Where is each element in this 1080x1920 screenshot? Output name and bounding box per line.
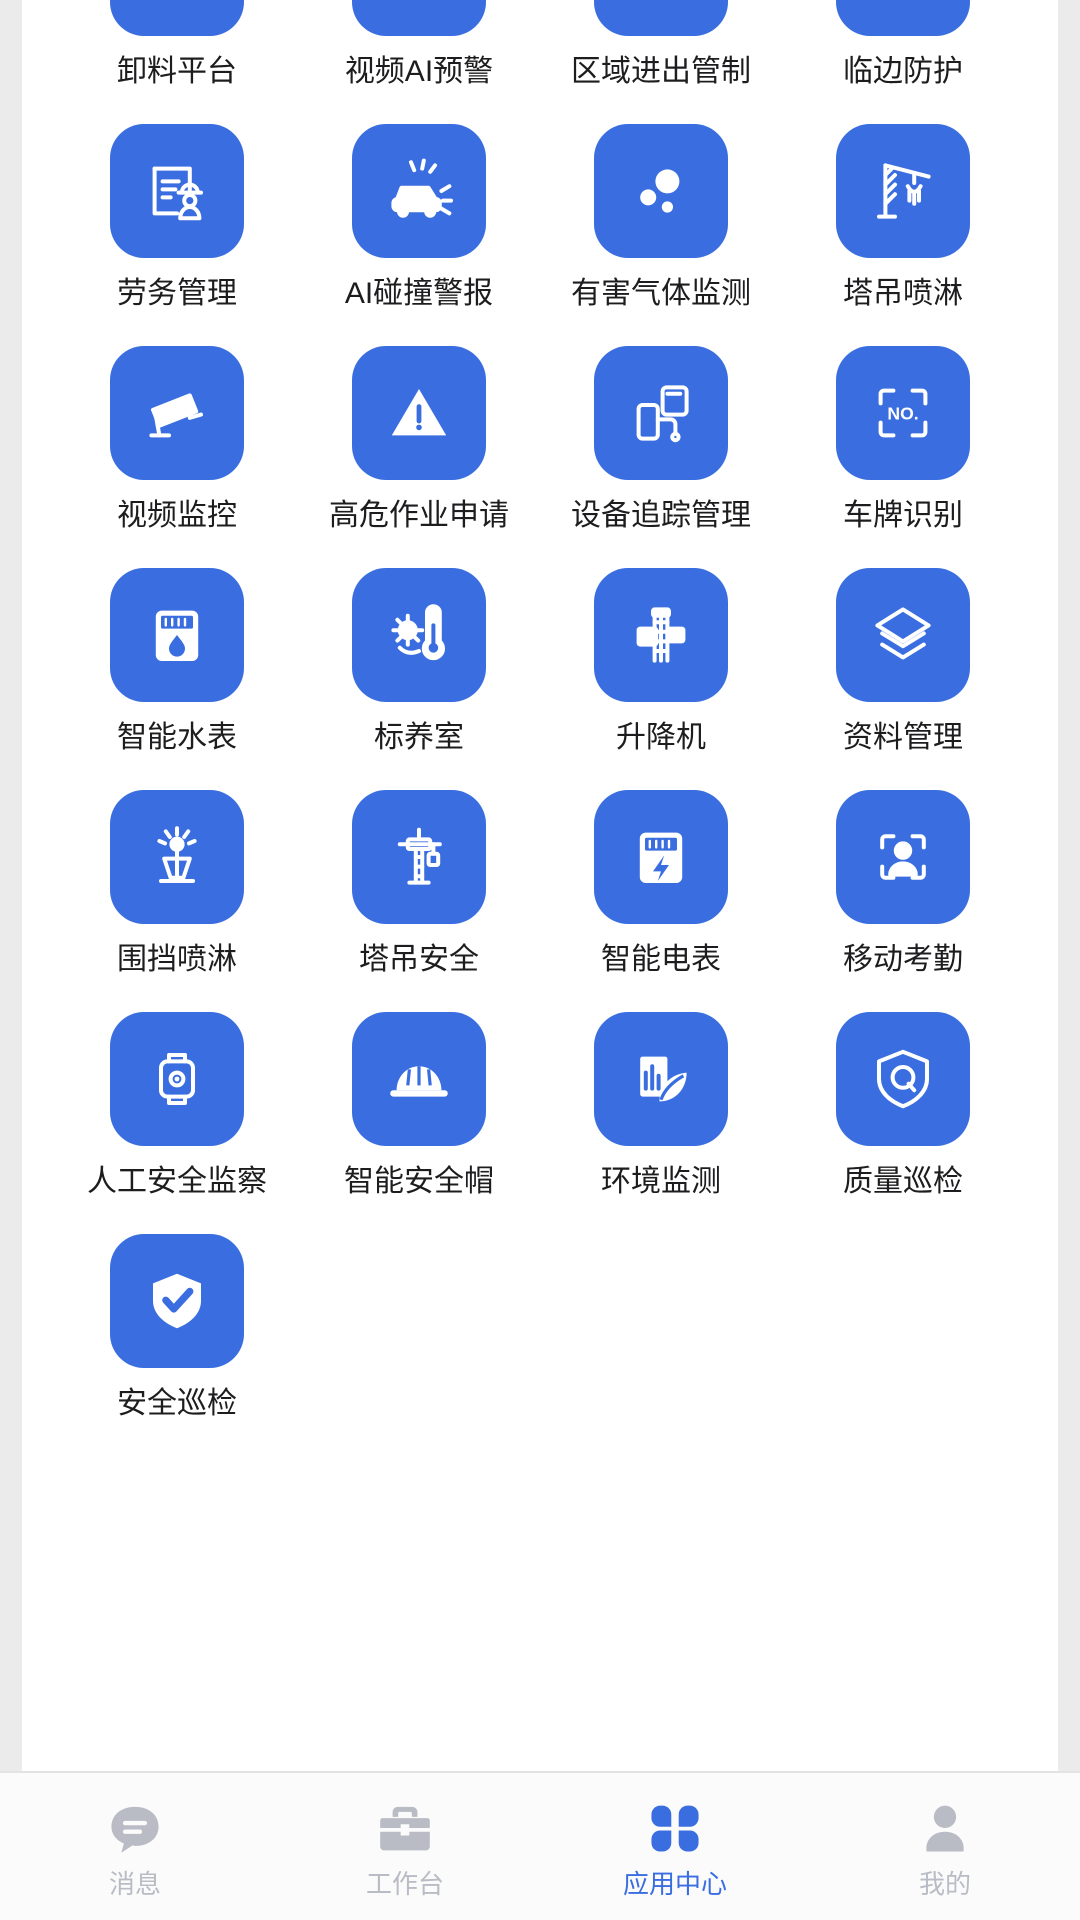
app-item-label: 塔吊安全: [359, 943, 479, 976]
tab-label: 工作台: [365, 1869, 444, 1899]
app-grid-item[interactable]: 劳务管理: [56, 124, 298, 346]
app-item-label: 资料管理: [843, 721, 963, 754]
app-grid-item[interactable]: 智能安全帽: [298, 1012, 540, 1234]
safety-inspection-shield-check-icon[interactable]: [110, 1234, 244, 1368]
app-item-label: 智能水表: [117, 721, 237, 754]
app-item-label: 环境监测: [601, 1165, 721, 1198]
app-grid-item[interactable]: 质量巡检: [782, 1012, 1024, 1234]
app-grid-item[interactable]: 资料管理: [782, 568, 1024, 790]
app-grid-item[interactable]: 塔吊安全: [298, 790, 540, 1012]
phone-screen: 卸料平台 AI 视频AI预警 区域进出管制 临边防护 劳务管理: [0, 0, 1080, 1920]
app-item-label: 车牌识别: [843, 499, 963, 532]
tab-label: 消息: [108, 1869, 161, 1899]
ai-collision-alarm-car-icon[interactable]: [352, 124, 486, 258]
app-item-label: 安全巡检: [117, 1387, 237, 1420]
hoist-elevator-icon[interactable]: [594, 568, 728, 702]
app-grid-item[interactable]: 临边防护: [782, 0, 1024, 124]
app-item-label: 围挡喷淋: [117, 943, 237, 976]
app-item-label: 塔吊喷淋: [843, 277, 963, 310]
app-item-label: 临边防护: [843, 55, 963, 88]
smart-water-meter-icon[interactable]: [110, 568, 244, 702]
tab-profile-person[interactable]: 我的: [810, 1795, 1080, 1899]
app-item-label: 视频AI预警: [344, 55, 494, 88]
app-center-clover-icon[interactable]: [642, 1795, 708, 1861]
app-item-label: 区域进出管制: [571, 55, 751, 88]
app-center-page: 卸料平台 AI 视频AI预警 区域进出管制 临边防护 劳务管理: [22, 0, 1058, 1771]
app-item-label: 高危作业申请: [329, 499, 509, 532]
license-plate-recognition-no-icon[interactable]: NO.: [836, 346, 970, 480]
app-grid-item[interactable]: NO. 车牌识别: [782, 346, 1024, 568]
equipment-tracking-devices-icon[interactable]: [594, 346, 728, 480]
app-item-label: 设备追踪管理: [571, 499, 751, 532]
svg-text:NO.: NO.: [887, 403, 918, 423]
app-item-label: 质量巡检: [843, 1165, 963, 1198]
app-item-label: 智能电表: [601, 943, 721, 976]
bottom-tab-bar: 消息 工作台 应用中心 我的: [0, 1771, 1080, 1920]
page-left-margin: [0, 0, 22, 1771]
app-item-label: 智能安全帽: [344, 1165, 494, 1198]
app-grid-item[interactable]: 设备追踪管理: [540, 346, 782, 568]
mobile-attendance-face-scan-icon[interactable]: [836, 790, 970, 924]
briefcase-icon[interactable]: [372, 1795, 438, 1861]
quality-inspection-shield-q-icon[interactable]: [836, 1012, 970, 1146]
tab-app-center-clover[interactable]: 应用中心: [540, 1795, 810, 1899]
app-item-label: 劳务管理: [117, 277, 237, 310]
hazardous-gas-monitoring-bubbles-icon[interactable]: [594, 124, 728, 258]
video-ai-alert-icon[interactable]: AI: [352, 0, 486, 36]
app-grid-item[interactable]: 升降机: [540, 568, 782, 790]
app-grid-item[interactable]: 塔吊喷淋: [782, 124, 1024, 346]
document-management-layers-icon[interactable]: [836, 568, 970, 702]
app-item-label: 移动考勤: [843, 943, 963, 976]
tower-crane-spray-icon[interactable]: [836, 124, 970, 258]
tab-label: 应用中心: [622, 1869, 727, 1899]
app-grid-item[interactable]: AI 视频AI预警: [298, 0, 540, 124]
fence-spray-nozzle-icon[interactable]: [110, 790, 244, 924]
smart-electric-meter-icon[interactable]: [594, 790, 728, 924]
page-right-margin: [1058, 0, 1080, 1771]
app-grid-item[interactable]: 智能电表: [540, 790, 782, 1012]
video-surveillance-camera-icon[interactable]: [110, 346, 244, 480]
app-grid-item[interactable]: 人工安全监察: [56, 1012, 298, 1234]
app-grid-item[interactable]: 环境监测: [540, 1012, 782, 1234]
edge-protection-railing-icon[interactable]: [836, 0, 970, 36]
app-grid-item[interactable]: 高危作业申请: [298, 346, 540, 568]
tab-label: 我的: [918, 1869, 971, 1899]
tower-crane-safety-icon[interactable]: [352, 790, 486, 924]
app-grid: 卸料平台 AI 视频AI预警 区域进出管制 临边防护 劳务管理: [22, 0, 1058, 1456]
message-bubble-icon[interactable]: [102, 1795, 168, 1861]
unloading-platform-icon[interactable]: [110, 0, 244, 36]
smart-helmet-icon[interactable]: [352, 1012, 486, 1146]
app-grid-item[interactable]: 视频监控: [56, 346, 298, 568]
app-item-label: AI碰撞警报: [344, 277, 494, 310]
manual-safety-inspection-watch-icon[interactable]: [110, 1012, 244, 1146]
app-item-label: 有害气体监测: [571, 277, 751, 310]
app-item-label: 视频监控: [117, 499, 237, 532]
profile-person-icon[interactable]: [912, 1795, 978, 1861]
app-item-label: 卸料平台: [117, 55, 237, 88]
tab-message-bubble[interactable]: 消息: [0, 1795, 270, 1899]
app-item-label: 升降机: [616, 721, 706, 754]
app-grid-item[interactable]: 移动考勤: [782, 790, 1024, 1012]
high-risk-work-warning-triangle-icon[interactable]: [352, 346, 486, 480]
app-grid-item[interactable]: AI碰撞警报: [298, 124, 540, 346]
curing-room-thermometer-icon[interactable]: [352, 568, 486, 702]
app-grid-item[interactable]: 安全巡检: [56, 1234, 298, 1456]
app-grid-item[interactable]: 智能水表: [56, 568, 298, 790]
app-grid-item[interactable]: 区域进出管制: [540, 0, 782, 124]
app-item-label: 人工安全监察: [87, 1165, 267, 1198]
app-item-label: 标养室: [374, 721, 464, 754]
labor-management-worker-document-icon[interactable]: [110, 124, 244, 258]
environment-monitoring-leaf-icon[interactable]: [594, 1012, 728, 1146]
app-grid-item[interactable]: 标养室: [298, 568, 540, 790]
tab-briefcase[interactable]: 工作台: [270, 1795, 540, 1899]
area-access-control-lock-icon[interactable]: [594, 0, 728, 36]
app-grid-item[interactable]: 卸料平台: [56, 0, 298, 124]
app-grid-item[interactable]: 有害气体监测: [540, 124, 782, 346]
app-grid-item[interactable]: 围挡喷淋: [56, 790, 298, 1012]
